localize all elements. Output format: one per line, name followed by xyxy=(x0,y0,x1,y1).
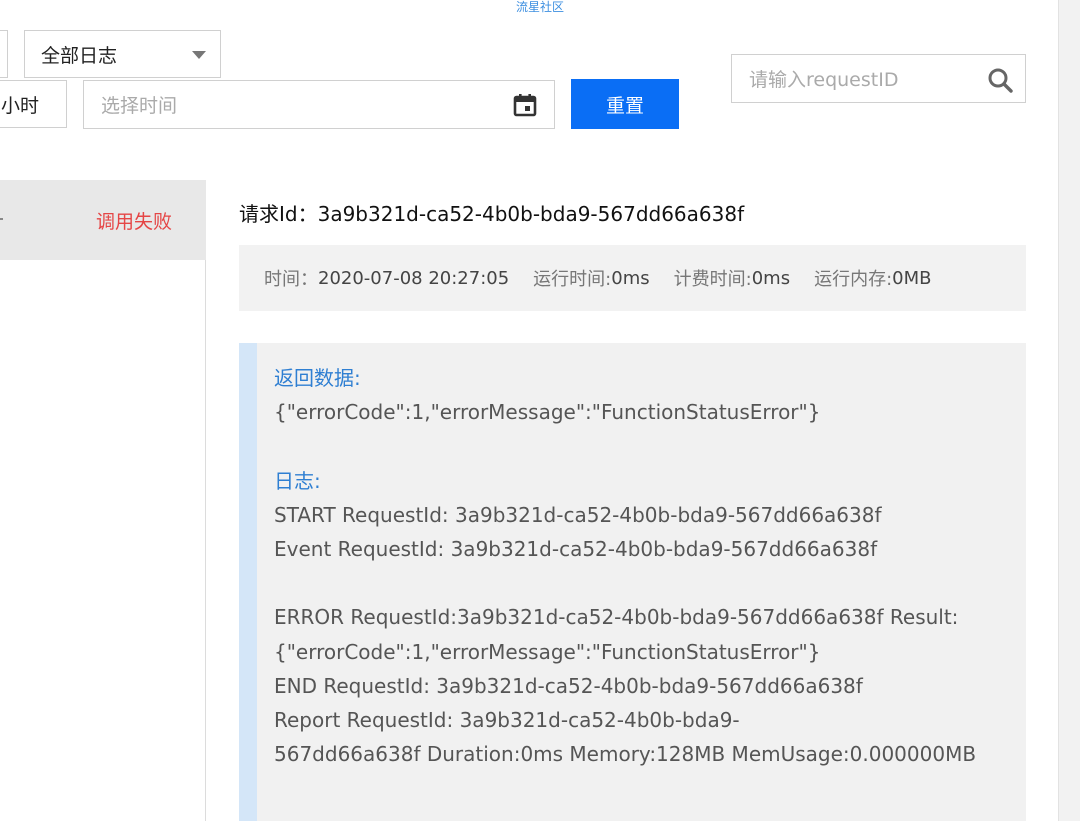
memory-label: 运行内存: xyxy=(814,269,893,290)
status-badge: 调用失败 xyxy=(95,211,172,233)
request-id-value: 3a9b321d-ca52-4b0b-bda9-567dd66a638f xyxy=(317,202,745,226)
memory-value: 0MB xyxy=(892,267,932,289)
hour-label: 小时 xyxy=(1,94,40,117)
search-placeholder: 请输入requestID xyxy=(749,69,899,91)
return-data-value: {"errorCode":1,"errorMessage":"FunctionS… xyxy=(274,400,821,425)
log-heading: 日志: xyxy=(274,468,321,493)
log-content-panel: 返回数据: {"errorCode":1,"errorMessage":"Fun… xyxy=(239,343,1026,821)
log-type-value: 全部日志 xyxy=(41,44,118,67)
request-id-label: 请求Id： xyxy=(239,202,318,226)
log-line: END RequestId: 3a9b321d-ca52-4b0b-bda9-5… xyxy=(274,673,863,698)
request-meta-bar: 时间： 2020-07-08 20:27:05 运行时间: 0ms 计费时间: 0ms… xyxy=(239,245,1026,311)
log-type-select[interactable]: 全部日志 xyxy=(24,30,221,78)
billed-time-value: 0ms xyxy=(751,267,791,289)
time-label: 时间： xyxy=(264,269,318,290)
clipped-filter-control[interactable] xyxy=(0,30,8,78)
time-picker-input[interactable]: 选择时间 xyxy=(83,80,555,129)
request-id-heading: 请求Id：3a9b321d-ca52-4b0b-bda9-567dd66a638… xyxy=(239,198,744,227)
scrollbar-track[interactable] xyxy=(1058,0,1080,821)
list-item-selected[interactable]: 调用失败 xyxy=(0,180,206,260)
chevron-down-icon xyxy=(192,51,206,59)
log-line: Event RequestId: 3a9b321d-ca52-4b0b-bda9… xyxy=(274,537,878,561)
search-icon[interactable] xyxy=(987,67,1013,93)
log-line: Report RequestId: 3a9b321d-ca52-4b0b-bda… xyxy=(274,708,740,732)
log-line: START RequestId: 3a9b321d-ca52-4b0b-bda9… xyxy=(274,502,882,527)
billed-time-label: 计费时间: xyxy=(673,269,752,290)
list-item-marker xyxy=(0,218,3,220)
list-divider xyxy=(205,260,206,821)
return-data-heading: 返回数据: xyxy=(274,366,361,390)
watermark: 流星社区 xyxy=(515,0,564,14)
run-time-label: 运行时间: xyxy=(533,269,612,290)
time-picker-placeholder: 选择时间 xyxy=(101,95,178,117)
log-line: 567dd66a638f Duration:0ms Memory:128MB M… xyxy=(274,742,977,767)
log-line: {"errorCode":1,"errorMessage":"FunctionS… xyxy=(274,639,821,664)
request-id-search-input[interactable]: 请输入requestID xyxy=(731,54,1026,103)
time-range-option-hour[interactable]: 小时 xyxy=(0,80,67,128)
log-line: ERROR RequestId:3a9b321d-ca52-4b0b-bda9-… xyxy=(274,605,959,630)
run-time-value: 0ms xyxy=(611,267,650,289)
time-value: 2020-07-08 20:27:05 xyxy=(318,267,510,289)
calendar-icon[interactable] xyxy=(513,93,537,117)
reset-button[interactable]: 重置 xyxy=(571,79,679,129)
